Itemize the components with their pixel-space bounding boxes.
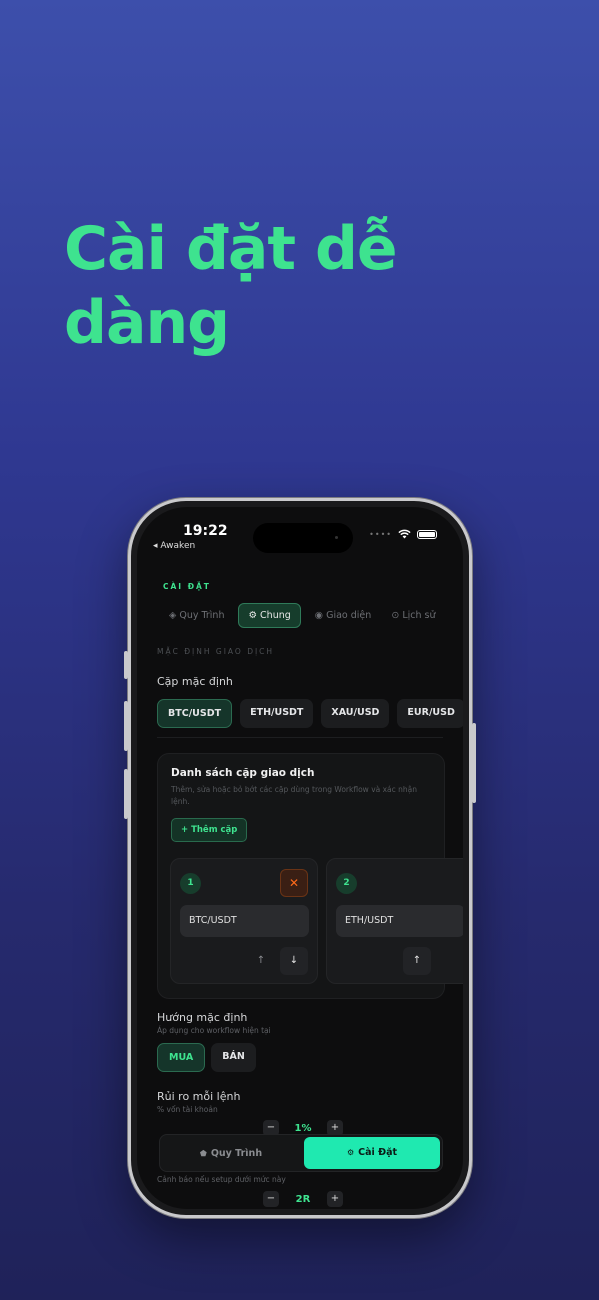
- add-pair-button[interactable]: + Thêm cặp: [171, 818, 248, 842]
- risk-title: Rủi ro mỗi lệnh: [157, 1090, 241, 1103]
- pair-input[interactable]: ETH/USDT: [336, 905, 463, 937]
- tab-quy-trinh[interactable]: ◈ Quy Trình: [163, 604, 230, 627]
- battery-icon: [417, 529, 437, 539]
- power-button: [472, 723, 476, 803]
- pair-list-card: Danh sách cặp giao dịch Thêm, sửa hoặc b…: [157, 753, 463, 999]
- wifi-icon: [398, 529, 411, 539]
- direction-title: Hướng mặc định: [157, 1011, 248, 1024]
- nav-quy-trinh[interactable]: ⬟ Quy Trình: [160, 1135, 302, 1173]
- section-heading: MẶC ĐỊNH GIAO DỊCH: [157, 647, 275, 656]
- workflow-icon: ◈: [169, 610, 177, 621]
- status-time: 19:22: [183, 523, 228, 539]
- direction-sell-button[interactable]: BÁN: [211, 1043, 256, 1072]
- rr-stepper: − 2R +: [263, 1191, 343, 1207]
- signal-icon: ••••: [369, 529, 392, 539]
- rr-value: 2R: [295, 1193, 311, 1205]
- tab-giao-dien[interactable]: ◉ Giao diện: [309, 604, 378, 627]
- slot-number: 2: [336, 873, 357, 894]
- tab-chung[interactable]: ⚙ Chung: [238, 603, 301, 628]
- volume-up-button: [124, 701, 128, 751]
- bottom-nav: ⬟ Quy Trình ⚙ Cài Đặt: [159, 1134, 443, 1172]
- pair-input[interactable]: BTC/USDT: [180, 905, 309, 937]
- direction-subtitle: Áp dụng cho workflow hiện tại: [157, 1026, 271, 1035]
- action-button: [124, 651, 128, 679]
- slot-number: 1: [180, 873, 201, 894]
- direction-selector: MUA BÁN: [157, 1043, 256, 1072]
- risk-value: 1%: [294, 1122, 312, 1134]
- volume-down-button: [124, 769, 128, 819]
- history-icon: ⊙: [391, 610, 400, 621]
- workflow-icon: ⬟: [199, 1149, 207, 1158]
- remove-icon[interactable]: ✕: [280, 869, 308, 897]
- rr-subtitle: Cảnh báo nếu setup dưới mức này: [157, 1175, 286, 1184]
- phone-screen: 19:22 ◂ Awaken •••• CÀI ĐẶT ◈ Quy Trình …: [137, 507, 463, 1209]
- nav-cai-dat[interactable]: ⚙ Cài Đặt: [304, 1137, 440, 1169]
- dynamic-island: [253, 523, 353, 553]
- divider: [157, 737, 443, 738]
- move-down-icon[interactable]: ↓: [280, 947, 308, 975]
- palette-icon: ◉: [314, 610, 324, 621]
- pair-option-eth[interactable]: ETH/USDT: [240, 699, 314, 728]
- pair-list-title: Danh sách cặp giao dịch: [171, 767, 315, 779]
- pair-option-xau[interactable]: XAU/USD: [321, 699, 390, 728]
- default-pair-selector: BTC/USDT ETH/USDT XAU/USD EUR/USD: [157, 699, 463, 728]
- status-icons: ••••: [369, 529, 437, 539]
- risk-subtitle: % vốn tài khoản: [157, 1105, 218, 1114]
- gear-icon: ⚙: [346, 1148, 355, 1157]
- direction-buy-button[interactable]: MUA: [157, 1043, 206, 1072]
- rr-increase-button[interactable]: +: [327, 1191, 343, 1207]
- settings-tabs: ◈ Quy Trình ⚙ Chung ◉ Giao diện ⊙ Lịch s…: [163, 603, 441, 628]
- move-up-icon[interactable]: ↑: [403, 947, 431, 975]
- default-pair-title: Cặp mặc định: [157, 675, 233, 688]
- phone-frame: 19:22 ◂ Awaken •••• CÀI ĐẶT ◈ Quy Trình …: [124, 498, 476, 1218]
- rr-decrease-button[interactable]: −: [263, 1191, 279, 1207]
- pair-slot: 1 ✕ BTC/USDT ↑ ↓: [170, 858, 318, 984]
- gear-icon: ⚙: [248, 610, 258, 621]
- back-to-app-link[interactable]: ◂ Awaken: [153, 541, 195, 551]
- pair-option-eur[interactable]: EUR/USD: [397, 699, 463, 728]
- page-title: CÀI ĐẶT: [163, 582, 211, 591]
- tab-lich-su[interactable]: ⊙ Lịch sử: [385, 604, 441, 627]
- pair-list-description: Thêm, sửa hoặc bỏ bớt các cặp dùng trong…: [171, 785, 418, 806]
- move-up-icon[interactable]: ↑: [247, 947, 275, 975]
- headline: Cài đặt dễ dàng: [64, 214, 398, 358]
- pair-slot: 2 ETH/USDT ↑: [326, 858, 463, 984]
- pair-option-btc[interactable]: BTC/USDT: [157, 699, 233, 728]
